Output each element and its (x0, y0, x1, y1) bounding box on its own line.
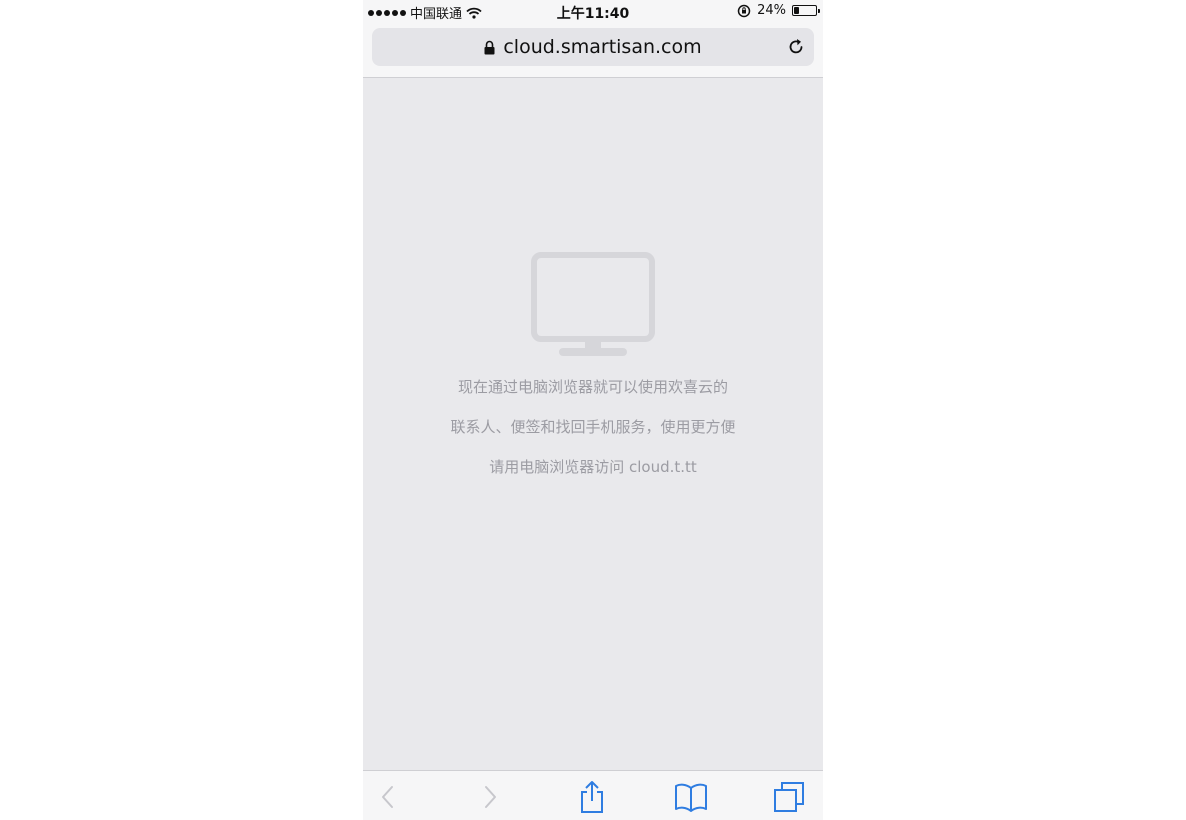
status-bar: 中国联通 上午11:40 24% (363, 0, 823, 24)
browser-toolbar (363, 770, 823, 820)
back-button[interactable] (370, 781, 404, 813)
tabs-icon (774, 782, 804, 812)
lock-icon (484, 40, 495, 54)
url-text: cloud.smartisan.com (503, 36, 702, 58)
forward-icon (485, 786, 496, 808)
bookmarks-icon (675, 783, 707, 812)
message-line-2: 联系人、便签和找回手机服务，使用更方便 (450, 418, 736, 436)
url-display[interactable]: cloud.smartisan.com (372, 36, 814, 58)
forward-button[interactable] (474, 781, 508, 813)
battery-percent: 24% (757, 3, 786, 18)
tabs-button[interactable] (772, 781, 806, 813)
bookmarks-button[interactable] (674, 781, 708, 813)
web-content: 现在通过电脑浏览器就可以使用欢喜云的 联系人、便签和找回手机服务，使用更方便 请… (363, 78, 823, 770)
phone-screen: 中国联通 上午11:40 24% cloud.smartisan.com 现在通… (363, 0, 823, 820)
message-block: 现在通过电脑浏览器就可以使用欢喜云的 联系人、便签和找回手机服务，使用更方便 请… (363, 376, 823, 496)
back-icon (382, 786, 393, 808)
message-line-1: 现在通过电脑浏览器就可以使用欢喜云的 (457, 378, 728, 396)
rotation-lock-icon (737, 4, 751, 17)
address-bar[interactable]: cloud.smartisan.com (372, 28, 814, 66)
reload-icon[interactable] (786, 37, 806, 57)
share-button[interactable] (575, 781, 609, 813)
share-icon (581, 781, 603, 813)
monitor-icon (531, 252, 655, 356)
battery-icon (792, 5, 820, 16)
status-right: 24% (737, 3, 820, 18)
battery-fill (794, 7, 799, 14)
message-line-3: 请用电脑浏览器访问 cloud.t.tt (489, 458, 697, 476)
